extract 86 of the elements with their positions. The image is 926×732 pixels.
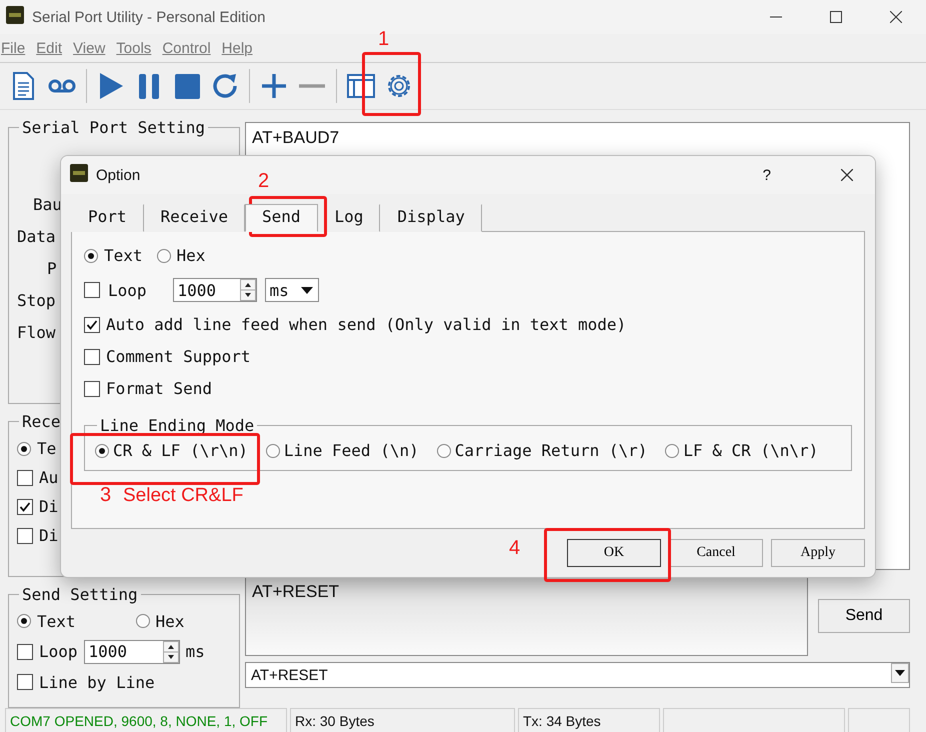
option-label: Auto add line feed when send (Only valid in text mode)	[106, 315, 626, 334]
field-label: Data	[17, 227, 56, 246]
group-title: Rece	[21, 412, 62, 432]
checkbox[interactable]	[17, 498, 33, 515]
radio-button[interactable]	[665, 444, 680, 458]
menu-item[interactable]: File	[1, 40, 26, 56]
unit-dropdown[interactable]: ms	[264, 278, 319, 302]
checkbox[interactable]	[84, 316, 100, 332]
option-label: Di	[39, 497, 58, 516]
option-label: Carriage Return (\r)	[454, 441, 648, 460]
history-dropdown[interactable]: AT+RESET	[245, 662, 910, 688]
status-panel	[848, 708, 910, 732]
tab[interactable]: Port	[71, 204, 144, 232]
radio-button[interactable]	[436, 444, 451, 458]
field-label: Stop	[17, 291, 56, 310]
radio-button[interactable]	[84, 248, 98, 262]
step-number: 2	[258, 170, 270, 193]
radio-button[interactable]	[136, 614, 150, 628]
field-label: Bau	[33, 195, 62, 214]
checkbox[interactable]	[17, 674, 33, 690]
dialog-button[interactable]: Apply	[771, 539, 865, 567]
radio-button[interactable]	[17, 442, 31, 456]
radio-button[interactable]	[266, 444, 280, 458]
menu-item[interactable]: Control	[162, 40, 211, 56]
menu-item[interactable]: Edit	[36, 40, 62, 56]
dialog-button[interactable]: OK	[567, 539, 661, 567]
option-label: Line by Line	[39, 672, 155, 692]
option-label: Di	[39, 526, 58, 546]
field-label: Flow	[17, 323, 56, 342]
radio-button[interactable]	[156, 248, 171, 262]
field-label: P	[47, 259, 57, 278]
menu-item[interactable]: View	[73, 40, 106, 56]
number-field[interactable]: 1000	[84, 640, 180, 664]
checkbox[interactable]	[84, 380, 100, 396]
tab[interactable]: Receive	[144, 204, 245, 232]
option-label: Text	[37, 612, 76, 631]
help-button[interactable]: ?	[762, 166, 771, 184]
step-number: 4	[509, 537, 520, 560]
option-label: Text	[104, 246, 143, 265]
close-icon[interactable]	[841, 169, 853, 181]
checkbox[interactable]	[17, 644, 33, 660]
unit-label: ms	[186, 642, 205, 662]
option-label: Hex	[156, 612, 184, 631]
step-number: 3	[100, 484, 112, 507]
tab[interactable]: Display	[380, 204, 482, 232]
minimize-icon[interactable]	[770, 16, 782, 18]
status-text: Rx: 30 Bytes	[290, 708, 515, 732]
maximize-icon[interactable]	[830, 11, 842, 23]
checkbox[interactable]	[84, 348, 100, 364]
option-label: Comment Support	[106, 347, 250, 366]
close-icon[interactable]	[890, 11, 902, 23]
option-label: Au	[39, 468, 58, 488]
number-field[interactable]: 1000	[172, 278, 257, 302]
checkbox[interactable]	[84, 282, 100, 298]
option-label: Hex	[176, 246, 206, 265]
option-label: CR & LF (\r\n)	[113, 441, 248, 460]
menu-item[interactable]: Help	[222, 40, 253, 56]
send-text-area[interactable]: AT+RESET	[245, 576, 808, 656]
radio-button[interactable]	[95, 444, 109, 458]
tab[interactable]: Log	[318, 204, 380, 232]
dialog-title: Option	[96, 166, 140, 184]
option-label: Format Send	[106, 379, 212, 398]
status-text: Tx: 34 Bytes	[518, 708, 660, 732]
option-label: Loop	[39, 642, 78, 662]
dialog-button[interactable]: Cancel	[669, 539, 763, 567]
tab[interactable]: Send	[244, 204, 318, 232]
menu-item[interactable]: Tools	[116, 40, 152, 56]
group-title: Send Setting	[21, 584, 139, 604]
group-title: Serial Port Setting	[21, 118, 206, 137]
step-note: Select CR&LF	[123, 485, 244, 507]
step-number: 1	[378, 28, 390, 51]
radio-button[interactable]	[17, 614, 31, 628]
option-label: LF & CR (\n\r)	[683, 441, 818, 460]
option-label: Te	[37, 439, 56, 458]
caret-icon	[300, 286, 313, 294]
status-text: COM7 OPENED, 9600, 8, NONE, 1, OFF	[5, 708, 287, 732]
checkbox[interactable]	[17, 470, 33, 486]
spin-arrows-icon	[162, 640, 179, 663]
group-title: Line Ending Mode	[99, 416, 256, 435]
send-button[interactable]: Send	[818, 599, 910, 633]
option-label: Line Feed (\n)	[284, 441, 419, 460]
highlight-frame	[362, 52, 421, 116]
checkbox[interactable]	[17, 528, 33, 544]
option-label: Loop	[108, 280, 147, 300]
spin-arrows-icon	[240, 279, 256, 301]
window-title: Serial Port Utility - Personal Edition	[32, 8, 266, 26]
